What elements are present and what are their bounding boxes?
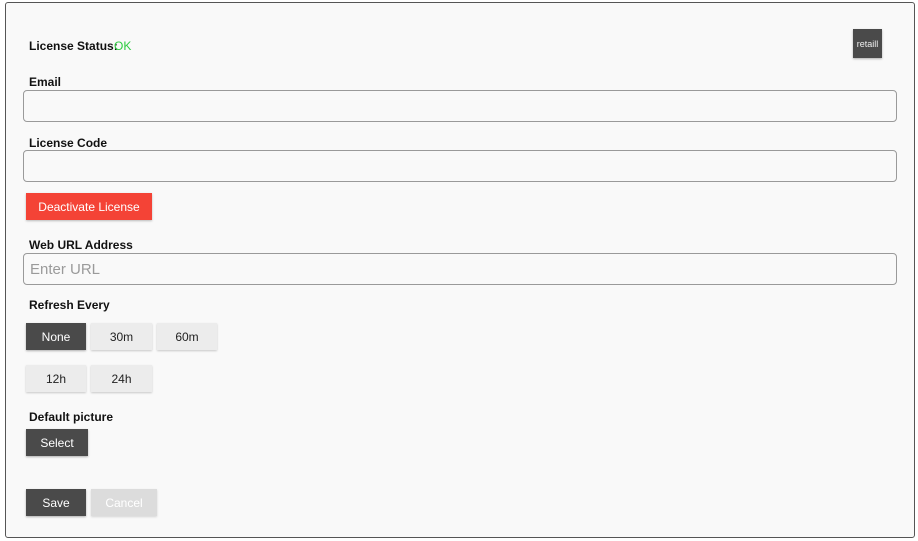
refresh-option-none[interactable]: None: [26, 323, 86, 350]
web-url-input[interactable]: [23, 253, 897, 285]
refresh-option-30m[interactable]: 30m: [91, 323, 152, 350]
default-picture-label: Default picture: [29, 410, 114, 424]
retaill-logo: retaill: [853, 29, 882, 58]
web-url-label: Web URL Address: [29, 238, 133, 252]
license-code-field[interactable]: [23, 150, 897, 182]
license-status-value: OK: [114, 39, 132, 53]
refresh-option-60m[interactable]: 60m: [157, 323, 217, 350]
cancel-button[interactable]: Cancel: [91, 489, 157, 516]
email-label: Email: [29, 75, 62, 89]
deactivate-license-button[interactable]: Deactivate License: [26, 193, 152, 220]
refresh-every-label: Refresh Every: [29, 298, 110, 312]
logo-text: retaill: [856, 38, 879, 49]
save-button[interactable]: Save: [26, 489, 86, 516]
refresh-option-24h[interactable]: 24h: [91, 365, 152, 392]
email-field[interactable]: [23, 90, 897, 122]
license-status-label: License Status:: [29, 39, 118, 53]
license-code-label: License Code: [29, 136, 108, 150]
select-picture-button[interactable]: Select: [26, 429, 88, 456]
refresh-option-12h[interactable]: 12h: [26, 365, 86, 392]
